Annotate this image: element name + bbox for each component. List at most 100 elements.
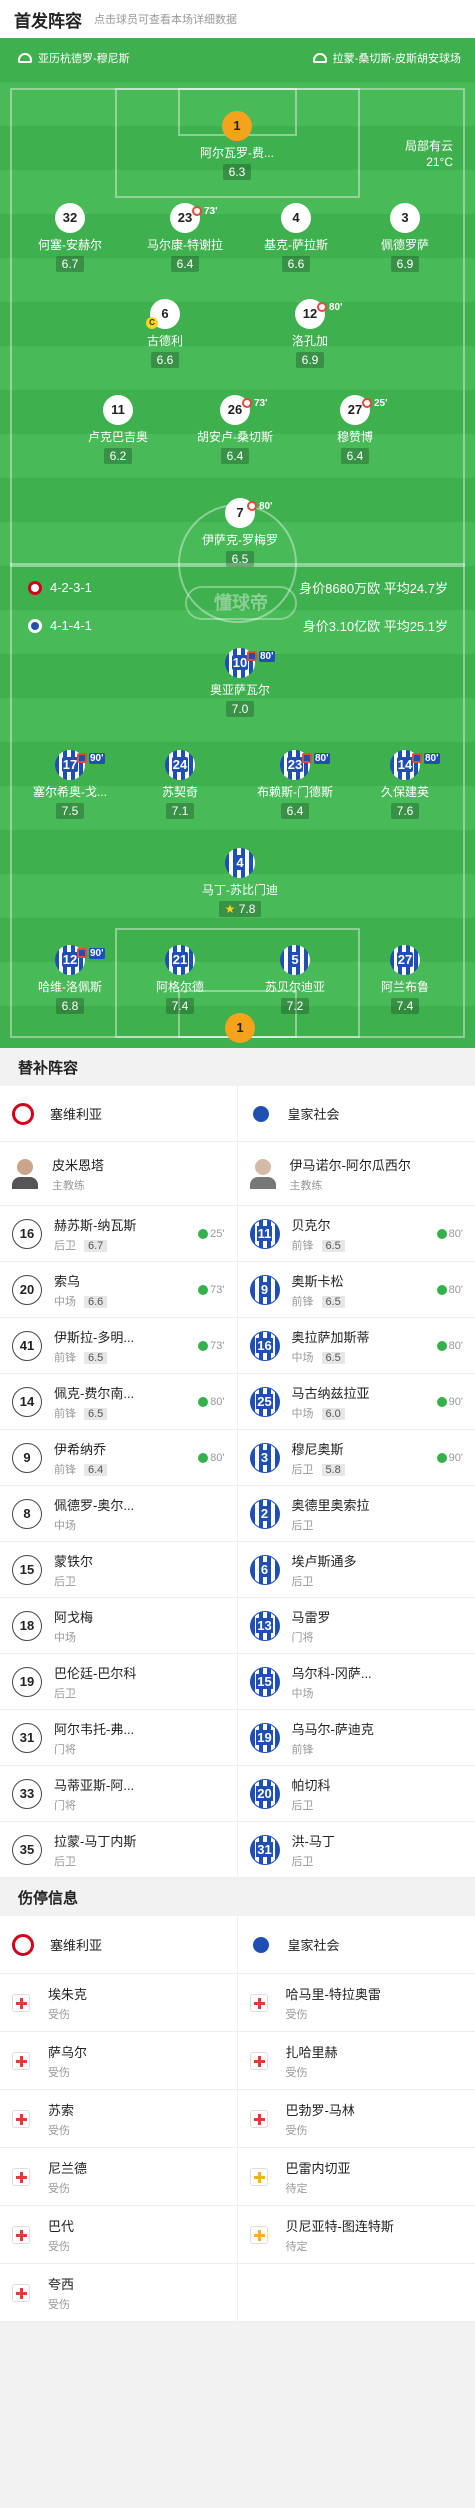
shirt-number: 25 [249, 1386, 280, 1417]
sub-player[interactable]: 18 阿戈梅 中场 [0, 1598, 238, 1654]
player-position-row: 后卫 [54, 1685, 136, 1701]
sub-player[interactable]: 16 奥拉萨加斯蒂 中场 6.5 80' [237, 1318, 475, 1374]
shirt-number-text: 18 [19, 1617, 35, 1633]
sub-player[interactable]: 19 乌马尔-萨迪克 前锋 [237, 1710, 475, 1766]
player-home[interactable]: 7 80' 伊萨克-罗梅罗 6.5 [170, 498, 310, 568]
player-name: 巴伦廷-巴尔科 [54, 1665, 137, 1681]
injury-status: 受伤 [48, 2240, 70, 2253]
injured-player[interactable]: 萨乌尔 受伤 [0, 2032, 238, 2090]
sub-player[interactable]: 11 贝克尔 前锋 6.5 80' [237, 1206, 475, 1262]
injury-away-team[interactable]: 皇家社会 [237, 1916, 475, 1974]
subs-home-team[interactable]: 塞维利亚 [0, 1086, 238, 1142]
sub-event: 73' [242, 389, 268, 419]
shirt-number-text: 23 [177, 210, 193, 225]
injury-icon [12, 2167, 30, 2186]
away-coach[interactable]: 伊马诺尔-阿尔瓜西尔 主教练 [237, 1142, 475, 1206]
shirt-number: 12 90' [55, 945, 105, 975]
shirt-number: 15 [249, 1666, 280, 1697]
rating-value: 6.3 [228, 165, 246, 179]
shirt-number-text: 1 [236, 1020, 244, 1035]
home-coach[interactable]: 皮米恩塔 主教练 [0, 1142, 238, 1206]
rating-value: 6.6 [287, 257, 305, 271]
injury-section-title: 伤停信息 [0, 1878, 475, 1916]
player-home[interactable]: 12 80' 洛孔加 6.9 [240, 299, 380, 369]
player-rating: 6.7 [55, 256, 85, 272]
sub-player[interactable]: 13 马雷罗 门将 [237, 1598, 475, 1654]
sub-player[interactable]: 6 埃卢斯通多 后卫 [237, 1542, 475, 1598]
shirt-number: 11 [103, 395, 133, 425]
sub-player[interactable]: 41 伊斯拉-多明... 前锋 6.5 73' [0, 1318, 238, 1374]
sub-player[interactable]: 31 洪-马丁 后卫 [237, 1822, 475, 1878]
player-away[interactable]: 1雷米罗6.6 [170, 1013, 310, 1048]
sub-on-icon [198, 1340, 209, 1351]
player-info: 阿戈梅 中场 [54, 1607, 93, 1645]
sub-time: 90' [89, 948, 105, 959]
injured-player[interactable]: 埃朱克 受伤 [0, 1974, 238, 2032]
subs-away-team[interactable]: 皇家社会 [237, 1086, 475, 1142]
sub-player[interactable]: 9 奥斯卡松 前锋 6.5 80' [237, 1262, 475, 1318]
player-home[interactable]: 6 C 古德利 6.6 [95, 299, 235, 369]
player-home[interactable]: 3 佩德罗萨 6.9 [335, 203, 475, 273]
player-position-row: 后卫 5.8 [292, 1461, 345, 1477]
player-position: 前锋 [54, 1407, 76, 1420]
sub-player[interactable]: 2 奥德里奥索拉 后卫 [237, 1486, 475, 1542]
sub-player[interactable]: 15 乌尔科-冈萨... 中场 [237, 1654, 475, 1710]
sub-player[interactable]: 20 索乌 中场 6.6 73' [0, 1262, 238, 1318]
away-team-info: 4-1-4-1 身价3.10亿欧 平均25.1岁 [28, 616, 448, 635]
sub-player[interactable]: 33 马蒂亚斯-阿... 门将 [0, 1766, 238, 1822]
sub-player[interactable]: 16 赫苏斯-纳瓦斯 后卫 6.7 25' [0, 1206, 238, 1262]
sub-player[interactable]: 25 马古纳兹拉亚 中场 6.0 90' [237, 1374, 475, 1430]
player-away[interactable]: 10 80' 奥亚萨瓦尔 7.0 [170, 648, 310, 718]
sub-in-time: 73' [198, 1339, 225, 1352]
sub-player[interactable]: 15 蒙铁尔 后卫 [0, 1542, 238, 1598]
player-name: 赫苏斯-纳瓦斯 [54, 1217, 137, 1233]
player-name: 埃朱克 [48, 1986, 88, 2002]
sub-player[interactable]: 19 巴伦廷-巴尔科 后卫 [0, 1654, 238, 1710]
player-name: 洪-马丁 [291, 1833, 335, 1849]
player-home[interactable]: 27 25' 穆赞博 6.4 [285, 395, 425, 465]
player-info: 尼兰德 受伤 [48, 2158, 87, 2196]
injured-player[interactable]: 巴代 受伤 [0, 2206, 238, 2264]
player-away[interactable]: 4 马丁-苏比门迪 ★ 7.8 [170, 848, 310, 918]
sub-player[interactable]: 9 伊希纳乔 前锋 6.4 80' [0, 1430, 238, 1486]
sub-player[interactable]: 14 佩克-费尔南... 前锋 6.5 80' [0, 1374, 238, 1430]
player-rating: 6.0 [321, 1407, 345, 1420]
player-position-row: 门将 [54, 1741, 134, 1757]
sub-off-icon [77, 753, 87, 764]
injured-player[interactable]: 夸西 受伤 [0, 2264, 238, 2322]
injured-player[interactable]: 巴勃罗-马林 受伤 [237, 2090, 475, 2148]
injured-player[interactable]: 巴雷内切亚 待定 [237, 2148, 475, 2206]
sub-player[interactable]: 31 阿尔韦托-弗... 门将 [0, 1710, 238, 1766]
player-away[interactable]: 27 阿兰布鲁 7.4 [335, 945, 475, 1015]
player-away[interactable]: 14 80' 久保建英 7.6 [335, 750, 475, 820]
sub-minute: 80' [448, 1339, 463, 1352]
player-position-row: 中场 6.0 [292, 1405, 370, 1421]
sub-in-time: 80' [436, 1228, 463, 1240]
sub-minute: 80' [448, 1283, 463, 1296]
injured-player[interactable]: 扎哈里赫 受伤 [237, 2032, 475, 2090]
coach-name: 皮米恩塔 [52, 1157, 105, 1173]
shirt-number-text: 31 [256, 1841, 273, 1857]
shirt-number: 15 [12, 1554, 42, 1585]
injured-player[interactable]: 苏索 受伤 [0, 2090, 238, 2148]
injured-player[interactable] [237, 2264, 475, 2322]
shirt-number-text: 11 [111, 402, 125, 417]
injury-home-team[interactable]: 塞维利亚 [0, 1916, 238, 1974]
lineup-header: 首发阵容 点击球员可查看本场详细数据 [0, 0, 475, 38]
player-name: 马雷罗 [291, 1609, 331, 1625]
sub-minute: 73' [210, 1339, 225, 1352]
sub-player[interactable]: 20 帕切科 后卫 [237, 1766, 475, 1822]
player-info: 阿尔韦托-弗... 门将 [54, 1719, 134, 1757]
sub-player[interactable]: 35 拉蒙-马丁内斯 后卫 [0, 1822, 238, 1878]
shirt-number-text: 16 [19, 1225, 35, 1241]
player-home[interactable]: 26 73' 胡安卢-桑切斯 6.4 [165, 395, 305, 465]
injured-player[interactable]: 尼兰德 受伤 [0, 2148, 238, 2206]
player-home[interactable]: 1 阿尔瓦罗-费... 6.3 [167, 111, 307, 181]
injured-player[interactable]: 贝尼亚特-图连特斯 待定 [237, 2206, 475, 2264]
shirt-number: 13 [249, 1610, 280, 1641]
injured-player[interactable]: 哈马里-特拉奥雷 受伤 [237, 1974, 475, 2032]
sub-player[interactable]: 8 佩德罗-奥尔... 中场 [0, 1486, 238, 1542]
shirt-number-text: 15 [19, 1561, 35, 1577]
player-name: 夸西 [48, 2276, 75, 2292]
sub-player[interactable]: 3 穆尼奥斯 后卫 5.8 90' [237, 1430, 475, 1486]
